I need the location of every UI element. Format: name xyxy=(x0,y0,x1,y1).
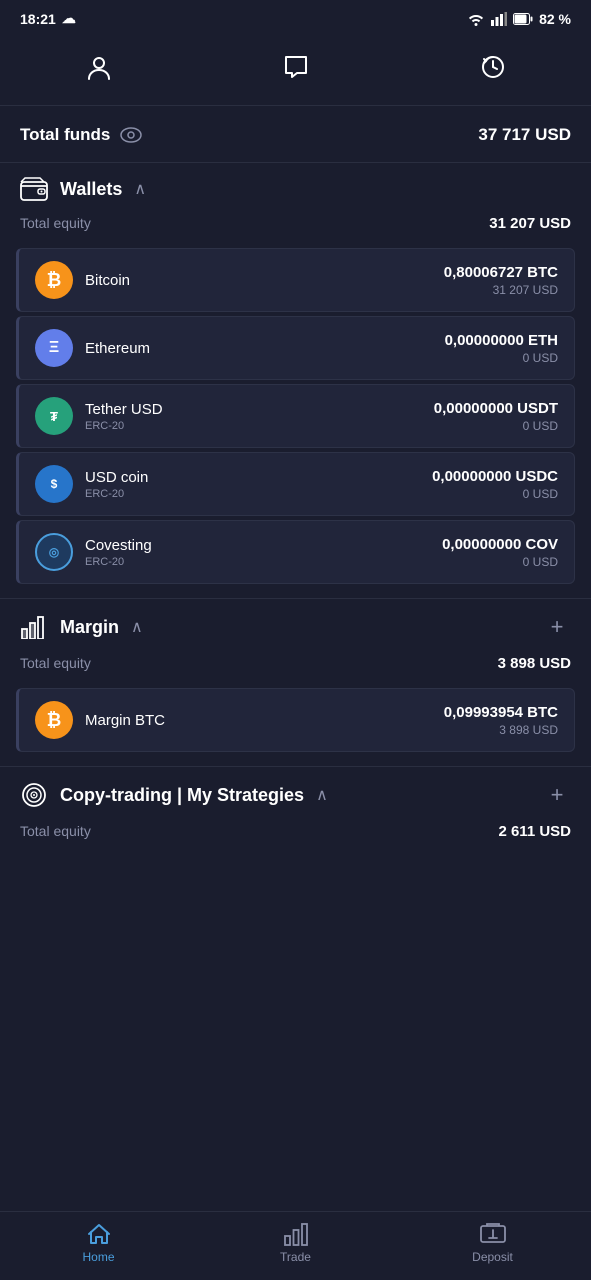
cov-amount: 0,00000000 COV xyxy=(442,536,558,553)
copy-trading-title: Copy-trading | My Strategies xyxy=(60,785,304,806)
margin-chevron[interactable]: ∧ xyxy=(131,617,143,637)
margin-equity-value: 3 898 USD xyxy=(498,655,571,672)
usdc-icon: $ xyxy=(35,465,73,503)
nav-trade-label: Trade xyxy=(280,1250,311,1264)
top-nav xyxy=(0,33,591,106)
wifi-icon xyxy=(467,12,485,26)
visibility-toggle[interactable] xyxy=(120,124,142,146)
wallets-icon xyxy=(20,177,48,201)
copy-trading-equity-label: Total equity xyxy=(20,823,91,840)
profile-icon xyxy=(85,53,113,81)
battery-percentage: 82 % xyxy=(539,11,571,27)
chat-button[interactable] xyxy=(272,43,320,91)
copy-trading-chevron[interactable]: ∧ xyxy=(316,785,328,805)
profile-button[interactable] xyxy=(75,43,123,91)
margin-section-header: Margin ∧ + xyxy=(0,599,591,651)
margin-btc-name: Margin BTC xyxy=(85,712,165,729)
wallets-section-header: Wallets ∧ xyxy=(0,163,591,211)
copy-trading-equity-row: Total equity 2 611 USD xyxy=(0,819,591,852)
usdt-name: Tether USD xyxy=(85,401,163,418)
wallet-item-cov[interactable]: ◎ Covesting ERC-20 0,00000000 COV 0 USD xyxy=(16,520,575,584)
eth-usd: 0 USD xyxy=(445,351,558,365)
wallet-item-usdt[interactable]: ₮ Tether USD ERC-20 0,00000000 USDT 0 US… xyxy=(16,384,575,448)
copy-trading-add-button[interactable]: + xyxy=(543,781,571,809)
wallets-equity-row: Total equity 31 207 USD xyxy=(0,211,591,244)
margin-icon xyxy=(20,615,48,639)
usdc-amount: 0,00000000 USDC xyxy=(432,468,558,485)
nav-deposit[interactable]: Deposit xyxy=(453,1222,533,1264)
margin-add-button[interactable]: + xyxy=(543,613,571,641)
margin-btc-usd: 3 898 USD xyxy=(444,723,558,737)
eth-name: Ethereum xyxy=(85,340,150,357)
cov-usd: 0 USD xyxy=(442,555,558,569)
usdt-icon: ₮ xyxy=(35,397,73,435)
usdt-usd: 0 USD xyxy=(434,419,558,433)
wallet-item-usdc[interactable]: $ USD coin ERC-20 0,00000000 USDC 0 USD xyxy=(16,452,575,516)
copy-trading-icon xyxy=(20,781,48,809)
wallets-equity-label: Total equity xyxy=(20,215,91,232)
history-icon xyxy=(479,53,507,81)
wallet-item-eth[interactable]: Ξ Ethereum 0,00000000 ETH 0 USD xyxy=(16,316,575,380)
copy-trading-equity-value: 2 611 USD xyxy=(498,823,571,840)
wallet-item-btc[interactable]: ₿ Bitcoin 0,80006727 BTC 31 207 USD xyxy=(16,248,575,312)
status-right: 82 % xyxy=(467,11,571,27)
nav-deposit-label: Deposit xyxy=(472,1250,513,1264)
margin-equity-row: Total equity 3 898 USD xyxy=(0,651,591,684)
btc-name: Bitcoin xyxy=(85,272,130,289)
total-funds-section: Total funds 37 717 USD xyxy=(0,106,591,163)
cov-name: Covesting xyxy=(85,537,152,554)
usdc-name: USD coin xyxy=(85,469,148,486)
history-button[interactable] xyxy=(469,43,517,91)
cov-tag: ERC-20 xyxy=(85,556,152,568)
home-icon xyxy=(86,1222,112,1246)
cov-icon: ◎ xyxy=(35,533,73,571)
usdc-tag: ERC-20 xyxy=(85,488,148,500)
usdc-usd: 0 USD xyxy=(432,487,558,501)
margin-item-btc[interactable]: ₿ Margin BTC 0,09993954 BTC 3 898 USD xyxy=(16,688,575,752)
wallets-chevron[interactable]: ∧ xyxy=(134,179,146,199)
signal-icon xyxy=(491,12,507,26)
nav-home-label: Home xyxy=(82,1250,114,1264)
total-funds-label: Total funds xyxy=(20,125,110,145)
eth-amount: 0,00000000 ETH xyxy=(445,332,558,349)
btc-icon: ₿ xyxy=(35,261,73,299)
eth-icon: Ξ xyxy=(35,329,73,367)
btc-amount: 0,80006727 BTC xyxy=(444,264,558,281)
deposit-icon xyxy=(479,1222,507,1246)
chat-icon xyxy=(282,53,310,81)
time-display: 18:21 xyxy=(20,11,56,27)
nav-home[interactable]: Home xyxy=(59,1222,139,1264)
cloud-icon: ☁ xyxy=(62,10,76,27)
nav-trade[interactable]: Trade xyxy=(256,1222,336,1264)
margin-btc-amount: 0,09993954 BTC xyxy=(444,704,558,721)
margin-title: Margin xyxy=(60,617,119,638)
btc-usd: 31 207 USD xyxy=(444,283,558,297)
trade-icon xyxy=(283,1222,309,1246)
margin-equity-label: Total equity xyxy=(20,655,91,672)
wallets-equity-value: 31 207 USD xyxy=(489,215,571,232)
total-funds-value: 37 717 USD xyxy=(478,125,571,145)
bottom-nav: Home Trade Deposit xyxy=(0,1211,591,1280)
wallets-list: ₿ Bitcoin 0,80006727 BTC 31 207 USD Ξ Et… xyxy=(0,248,591,584)
copy-trading-section-header: Copy-trading | My Strategies ∧ + xyxy=(0,767,591,819)
status-bar: 18:21 ☁ 82 % xyxy=(0,0,591,33)
battery-icon xyxy=(513,13,533,25)
usdt-tag: ERC-20 xyxy=(85,420,163,432)
usdt-amount: 0,00000000 USDT xyxy=(434,400,558,417)
margin-btc-icon: ₿ xyxy=(35,701,73,739)
wallets-title: Wallets xyxy=(60,179,122,200)
margin-list: ₿ Margin BTC 0,09993954 BTC 3 898 USD xyxy=(0,688,591,752)
